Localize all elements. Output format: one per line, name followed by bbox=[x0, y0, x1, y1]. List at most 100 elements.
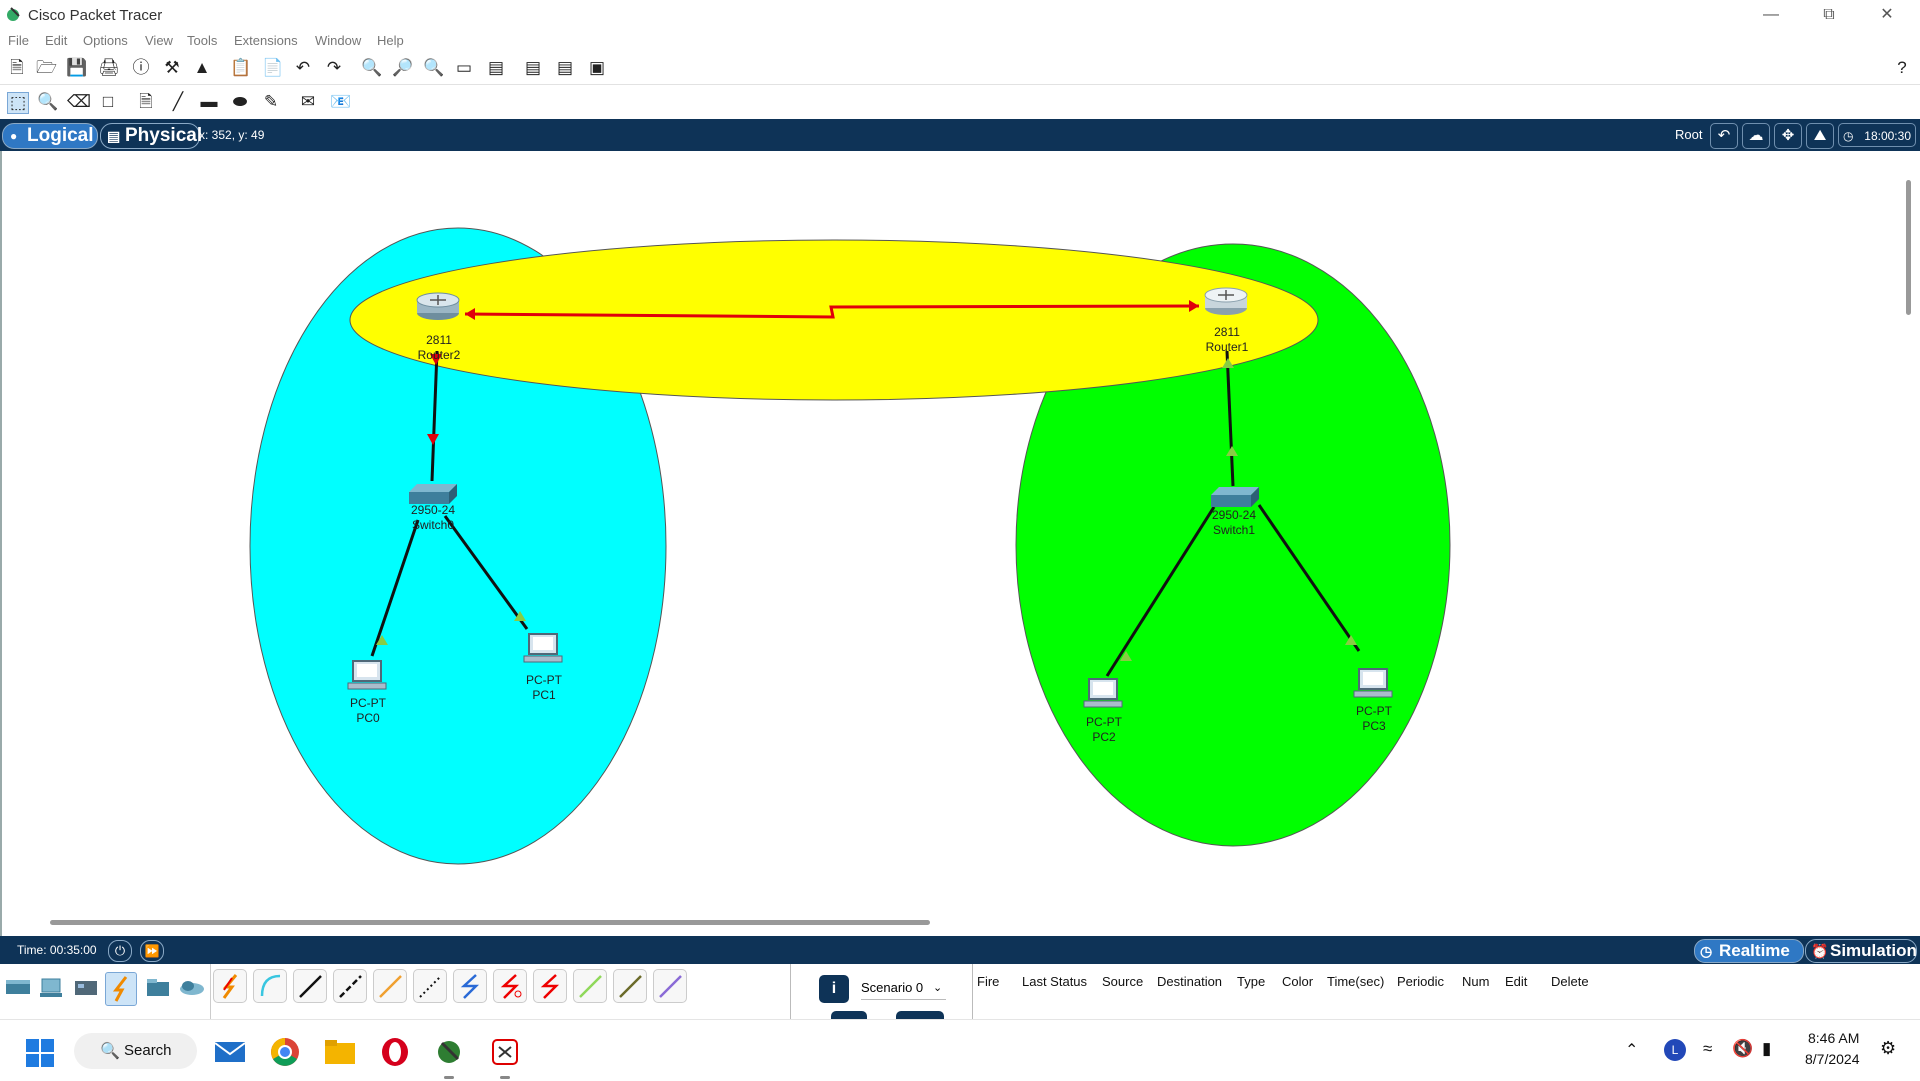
octal-cable-icon[interactable] bbox=[573, 969, 607, 1003]
delete-icon[interactable]: ⌫ bbox=[67, 92, 91, 112]
taskbar-date[interactable]: 8/7/2024 bbox=[1805, 1051, 1860, 1067]
connections-category[interactable] bbox=[105, 972, 137, 1006]
fiber-cable-icon[interactable] bbox=[373, 969, 407, 1003]
router2-icon[interactable] bbox=[416, 292, 460, 320]
delete-scenario-button[interactable] bbox=[896, 1011, 944, 1019]
menu-window[interactable]: Window bbox=[315, 33, 361, 48]
copy-icon[interactable]: 📋 bbox=[230, 58, 251, 78]
freeform-icon[interactable]: ✎ bbox=[261, 92, 281, 112]
chevron-up-icon[interactable]: ⌃ bbox=[1625, 1040, 1638, 1060]
realtime-button[interactable]: ◷ Realtime bbox=[1694, 939, 1804, 963]
volume-muted-icon[interactable]: 🔇 bbox=[1732, 1039, 1753, 1059]
viewport-clock[interactable]: ◷ 18:00:30 bbox=[1838, 123, 1916, 147]
wifi-icon[interactable]: ≈ bbox=[1703, 1039, 1712, 1059]
workspace-icon[interactable]: ▣ bbox=[587, 58, 607, 78]
switch0-icon[interactable] bbox=[409, 484, 457, 504]
menu-options[interactable]: Options bbox=[83, 33, 128, 48]
print-icon[interactable]: 🖨 bbox=[98, 58, 120, 78]
usb-cable-icon[interactable] bbox=[653, 969, 687, 1003]
simulation-button[interactable]: ⏰ Simulation bbox=[1805, 939, 1917, 963]
draw-rectangle-icon[interactable]: ▬ bbox=[199, 92, 219, 112]
network-info-icon[interactable]: ▲ bbox=[192, 58, 212, 78]
switch1-icon[interactable] bbox=[1211, 487, 1259, 507]
zoom-out-icon[interactable]: 🔍 bbox=[423, 58, 444, 78]
notes-icon[interactable]: ▤ bbox=[523, 58, 543, 78]
taskbar-time[interactable]: 8:46 AM bbox=[1808, 1030, 1859, 1046]
phone-cable-icon[interactable] bbox=[413, 969, 447, 1003]
viewport-icon[interactable]: ▤ bbox=[555, 58, 575, 78]
coaxial-cable-icon[interactable] bbox=[453, 969, 487, 1003]
snipping-tool-icon[interactable] bbox=[490, 1037, 520, 1067]
copper-straight-icon[interactable] bbox=[293, 969, 327, 1003]
cluster-cloud-icon[interactable]: ☁ bbox=[1742, 123, 1770, 149]
custom-devices-icon[interactable]: ▤ bbox=[486, 58, 506, 78]
resize-shape-icon[interactable]: □ bbox=[98, 92, 118, 112]
pc3-icon[interactable] bbox=[1353, 668, 1393, 698]
root-label[interactable]: Root bbox=[1675, 127, 1702, 142]
auto-connection-icon[interactable] bbox=[213, 969, 247, 1003]
router1-icon[interactable] bbox=[1204, 287, 1248, 315]
set-background-icon[interactable]: ⛰ bbox=[1806, 123, 1834, 149]
new-file-icon[interactable]: 🗎 bbox=[7, 58, 27, 78]
open-folder-icon[interactable]: 🗁 bbox=[36, 58, 57, 78]
components-icon[interactable] bbox=[72, 976, 100, 1000]
chrome-icon[interactable] bbox=[270, 1037, 300, 1067]
menu-tools[interactable]: Tools bbox=[187, 33, 217, 48]
save-icon[interactable]: 💾 bbox=[66, 58, 87, 78]
copper-cross-icon[interactable] bbox=[333, 969, 367, 1003]
opera-icon[interactable] bbox=[380, 1037, 410, 1067]
miscellaneous-icon[interactable] bbox=[144, 976, 172, 1000]
network-devices-icon[interactable] bbox=[4, 976, 32, 1000]
redo-icon[interactable]: ↷ bbox=[324, 58, 344, 78]
fast-forward-icon[interactable]: ⏩ bbox=[140, 940, 164, 962]
close-button[interactable]: ✕ bbox=[1864, 0, 1910, 30]
new-scenario-button[interactable] bbox=[831, 1011, 867, 1019]
pc2-icon[interactable] bbox=[1083, 678, 1123, 708]
restore-button[interactable]: ⧉ bbox=[1806, 0, 1852, 30]
undo-icon[interactable]: ↶ bbox=[293, 58, 313, 78]
wan-area[interactable] bbox=[349, 239, 1319, 401]
minimize-button[interactable]: — bbox=[1748, 0, 1794, 30]
pc1-icon[interactable] bbox=[523, 633, 563, 663]
taskbar-search[interactable]: 🔍 Search bbox=[74, 1033, 197, 1069]
battery-icon[interactable]: ▮ bbox=[1762, 1039, 1771, 1059]
menu-file[interactable]: File bbox=[8, 33, 29, 48]
complex-pdu-icon[interactable]: 📧 bbox=[330, 92, 351, 112]
file-explorer-icon[interactable] bbox=[324, 1039, 356, 1065]
inspect-icon[interactable]: 🔍 bbox=[37, 92, 58, 112]
select-icon[interactable]: ⬚ bbox=[7, 92, 29, 114]
activity-wizard-icon[interactable]: ⚒ bbox=[162, 58, 182, 78]
draw-line-icon[interactable]: ╱ bbox=[168, 92, 188, 112]
pc0-icon[interactable] bbox=[347, 660, 387, 690]
packet-tracer-taskbar-icon[interactable] bbox=[434, 1037, 464, 1067]
tab-logical[interactable]: ● Logical bbox=[2, 123, 98, 149]
simple-pdu-icon[interactable]: ✉ bbox=[298, 92, 318, 112]
back-icon[interactable]: ↶ bbox=[1710, 123, 1738, 149]
menu-edit[interactable]: Edit bbox=[45, 33, 67, 48]
end-devices-icon[interactable] bbox=[38, 976, 66, 1000]
drawing-palette-icon[interactable]: ▭ bbox=[454, 58, 474, 78]
menu-extensions[interactable]: Extensions bbox=[234, 33, 298, 48]
paste-icon[interactable]: 📄 bbox=[262, 58, 283, 78]
windows-start-icon[interactable] bbox=[26, 1039, 54, 1067]
serial-dte-icon[interactable] bbox=[533, 969, 567, 1003]
mail-icon[interactable] bbox=[214, 1040, 246, 1064]
zoom-reset-icon[interactable]: 🔎 bbox=[392, 58, 413, 78]
move-object-icon[interactable]: ✥ bbox=[1774, 123, 1802, 149]
horizontal-scrollbar[interactable] bbox=[50, 920, 930, 925]
serial-dce-icon[interactable] bbox=[493, 969, 527, 1003]
power-cycle-icon[interactable]: ⏻ bbox=[108, 940, 132, 962]
multiuser-icon[interactable] bbox=[178, 976, 206, 1000]
vertical-scrollbar[interactable] bbox=[1906, 180, 1911, 315]
language-icon[interactable]: L bbox=[1664, 1039, 1686, 1061]
zoom-in-icon[interactable]: 🔍 bbox=[361, 58, 382, 78]
menu-view[interactable]: View bbox=[145, 33, 173, 48]
tab-physical[interactable]: ▤ Physical bbox=[100, 123, 202, 149]
logical-workspace[interactable]: 2811 Router2 2811 Router1 2950-24 Switch… bbox=[0, 151, 1920, 936]
help-icon[interactable]: ? bbox=[1892, 58, 1912, 78]
place-note-icon[interactable]: 🗎 bbox=[136, 92, 156, 112]
scenario-info-icon[interactable]: i bbox=[819, 975, 849, 1003]
scenario-select[interactable]: Scenario 0 ⌄ bbox=[861, 977, 946, 1000]
notifications-icon[interactable]: ⚙ bbox=[1880, 1038, 1896, 1059]
menu-help[interactable]: Help bbox=[377, 33, 404, 48]
